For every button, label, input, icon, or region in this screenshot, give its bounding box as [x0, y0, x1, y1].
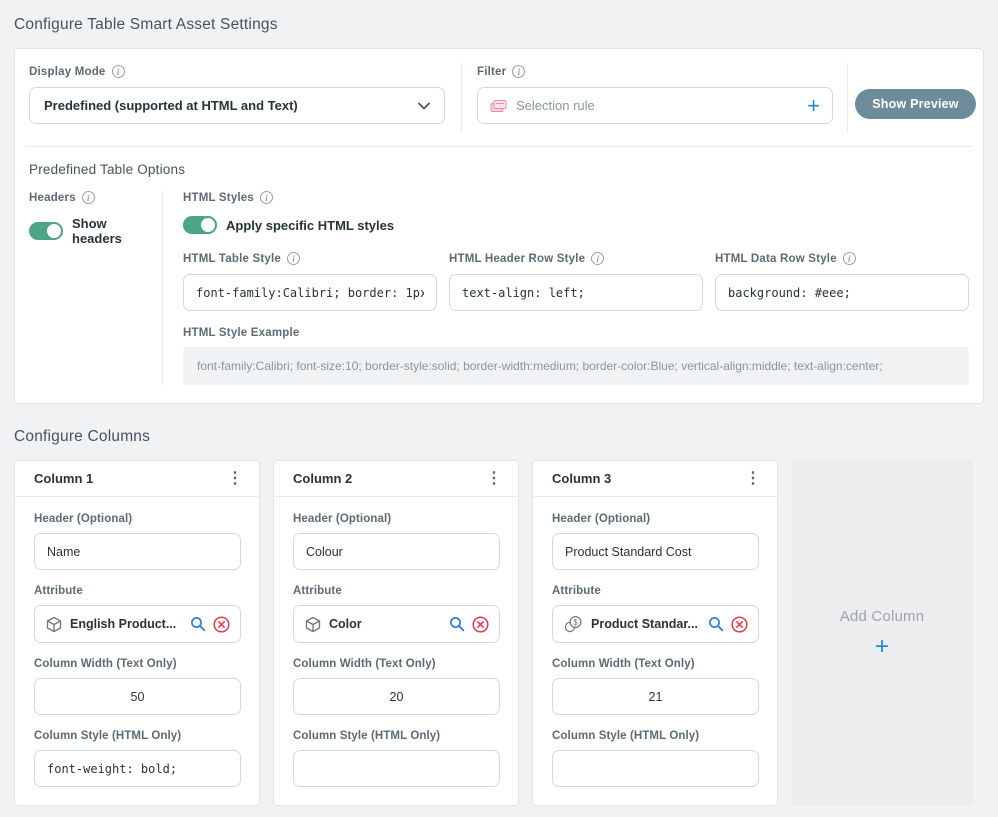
filter-input[interactable]: Selection rule: [477, 87, 833, 124]
html-table-style-field: HTML Table Style: [183, 252, 437, 311]
settings-top-row: Display Mode Predefined (supported at HT…: [15, 49, 983, 146]
display-mode-section: Display Mode Predefined (supported at HT…: [15, 49, 461, 146]
column-style-input[interactable]: [552, 750, 759, 787]
attribute-picker[interactable]: English Product...: [34, 605, 241, 643]
html-table-style-input[interactable]: [183, 274, 437, 311]
info-icon[interactable]: [843, 252, 856, 265]
settings-card: Display Mode Predefined (supported at HT…: [14, 48, 984, 404]
html-data-row-style-field: HTML Data Row Style: [715, 252, 969, 311]
column-header-input[interactable]: [34, 533, 241, 570]
html-header-row-style-label: HTML Header Row Style: [449, 253, 585, 265]
column-width-input[interactable]: [552, 678, 759, 715]
kebab-menu-icon[interactable]: [223, 469, 247, 489]
preview-section: Show Preview: [848, 49, 983, 146]
html-data-row-style-input[interactable]: [715, 274, 969, 311]
info-icon[interactable]: [260, 191, 273, 204]
attribute-picker[interactable]: $ Product Standar...: [552, 605, 759, 643]
html-header-row-style-input[interactable]: [449, 274, 703, 311]
column-style-input[interactable]: [293, 750, 500, 787]
html-styles-column: HTML Styles Apply specific HTML styles H…: [163, 191, 969, 385]
header-optional-label: Header (Optional): [34, 513, 241, 525]
column-card-1: Column 1 Header (Optional) Attribute Eng…: [14, 460, 260, 806]
column-width-input[interactable]: [293, 678, 500, 715]
html-style-example-label: HTML Style Example: [183, 327, 300, 339]
configure-columns-heading: Configure Columns: [14, 428, 984, 446]
html-style-example: HTML Style Example font-family:Calibri; …: [183, 327, 969, 385]
show-preview-button[interactable]: Show Preview: [855, 89, 975, 119]
info-icon[interactable]: [287, 252, 300, 265]
column-width-label: Column Width (Text Only): [34, 658, 241, 670]
column-header-input[interactable]: [293, 533, 500, 570]
show-headers-toggle-label: Show headers: [72, 216, 152, 246]
attribute-label: Attribute: [34, 585, 241, 597]
apply-html-styles-toggle-label: Apply specific HTML styles: [226, 218, 394, 233]
svg-text:$: $: [573, 617, 578, 626]
header-optional-label: Header (Optional): [552, 513, 759, 525]
info-icon[interactable]: [591, 252, 604, 265]
apply-html-styles-toggle[interactable]: [183, 216, 217, 234]
cube-icon: [305, 616, 321, 633]
plus-icon[interactable]: [807, 95, 820, 117]
column-header-input[interactable]: [552, 533, 759, 570]
search-icon[interactable]: [190, 616, 206, 632]
search-icon[interactable]: [708, 616, 724, 632]
predefined-options-heading: Predefined Table Options: [29, 162, 969, 177]
show-headers-toggle[interactable]: [29, 222, 63, 240]
html-header-row-style-field: HTML Header Row Style: [449, 252, 703, 311]
headers-column: Headers Show headers: [29, 191, 162, 385]
columns-row: Column 1 Header (Optional) Attribute Eng…: [14, 460, 984, 806]
header-optional-label: Header (Optional): [293, 513, 500, 525]
chevron-down-icon: [418, 102, 430, 110]
column-style-label: Column Style (HTML Only): [34, 730, 241, 742]
column-title: Column 1: [34, 471, 93, 486]
add-column-button[interactable]: Add Column: [791, 460, 973, 806]
column-style-label: Column Style (HTML Only): [293, 730, 500, 742]
attribute-value: Color: [329, 617, 442, 631]
display-mode-label: Display Mode: [29, 66, 106, 78]
column-style-label: Column Style (HTML Only): [552, 730, 759, 742]
kebab-menu-icon[interactable]: [482, 469, 506, 489]
plus-icon: [875, 635, 889, 659]
attribute-value: English Product...: [70, 617, 183, 631]
attribute-label: Attribute: [552, 585, 759, 597]
selection-rule-icon: [490, 99, 507, 113]
column-width-label: Column Width (Text Only): [293, 658, 500, 670]
column-card-3: Column 3 Header (Optional) Attribute $ P…: [532, 460, 778, 806]
column-title: Column 3: [552, 471, 611, 486]
coins-icon: $: [564, 616, 583, 633]
column-card-2: Column 2 Header (Optional) Attribute Col…: [273, 460, 519, 806]
display-mode-value: Predefined (supported at HTML and Text): [44, 98, 418, 113]
column-width-label: Column Width (Text Only): [552, 658, 759, 670]
attribute-label: Attribute: [293, 585, 500, 597]
html-styles-label: HTML Styles: [183, 192, 254, 204]
remove-attribute-icon[interactable]: [731, 616, 748, 633]
page-title: Configure Table Smart Asset Settings: [14, 16, 984, 34]
remove-attribute-icon[interactable]: [472, 616, 489, 633]
attribute-value: Product Standar...: [591, 617, 701, 631]
info-icon[interactable]: [512, 65, 525, 78]
cube-icon: [46, 616, 62, 633]
column-title: Column 2: [293, 471, 352, 486]
search-icon[interactable]: [449, 616, 465, 632]
html-style-example-text: font-family:Calibri; font-size:10; borde…: [183, 347, 969, 385]
column-width-input[interactable]: [34, 678, 241, 715]
display-mode-select[interactable]: Predefined (supported at HTML and Text): [29, 87, 445, 124]
column-style-input[interactable]: [34, 750, 241, 787]
headers-label: Headers: [29, 192, 76, 204]
kebab-menu-icon[interactable]: [741, 469, 765, 489]
html-data-row-style-label: HTML Data Row Style: [715, 253, 837, 265]
info-icon[interactable]: [112, 65, 125, 78]
filter-placeholder: Selection rule: [516, 98, 807, 113]
filter-label: Filter: [477, 66, 506, 78]
attribute-picker[interactable]: Color: [293, 605, 500, 643]
configure-table-page: Configure Table Smart Asset Settings Dis…: [0, 0, 998, 817]
filter-section: Filter Selection rule: [462, 49, 847, 146]
remove-attribute-icon[interactable]: [213, 616, 230, 633]
predefined-table-options: Predefined Table Options Headers Show he…: [15, 147, 983, 403]
info-icon[interactable]: [82, 191, 95, 204]
add-column-label: Add Column: [840, 608, 925, 625]
html-table-style-label: HTML Table Style: [183, 253, 281, 265]
